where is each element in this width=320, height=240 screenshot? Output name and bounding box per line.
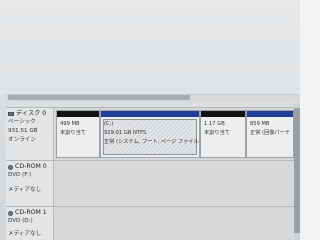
partition-c-drive[interactable]: (C:) 929.01 GB NTFS 正常 (システム, ブート, ページ フ… (100, 110, 200, 158)
cdrom-1-status: メディアなし (8, 231, 42, 237)
partition-recovery[interactable]: 859 MB 正常 (回復パーテ (246, 110, 294, 158)
disk-0-label[interactable]: ディスク 0 ベーシック 931.51 GB オンライン (6, 108, 54, 160)
hard-disk-icon (8, 112, 14, 116)
cdrom-1-type: DVD (D:) (8, 218, 33, 224)
partition-size: 859 MB (250, 121, 270, 127)
partition-status: 未割り当て (60, 130, 86, 136)
disk-0-type: ベーシック (8, 119, 36, 125)
disk-0-status: オンライン (8, 137, 36, 143)
disk-0-title: ディスク 0 (16, 110, 47, 117)
partition-name: (C:) (104, 121, 114, 127)
partition-size: 929.01 GB NTFS (104, 130, 147, 136)
disk-0-size: 931.51 GB (8, 128, 38, 134)
cdrom-0-label[interactable]: CD-ROM 0 DVD (F:) メディアなし (6, 161, 54, 206)
partition-status: 未割り当て (204, 130, 230, 136)
cdrom-1-label[interactable]: CD-ROM 1 DVD (D:) メディアなし (6, 207, 54, 240)
partition-unallocated-1[interactable]: 499 MB 未割り当て (56, 110, 100, 158)
cdrom-0-type: DVD (F:) (8, 172, 32, 178)
partition-status: 正常 (回復パーテ (250, 130, 290, 136)
disk-0-row[interactable]: ディスク 0 ベーシック 931.51 GB オンライン 499 MB 未割り当… (6, 107, 294, 160)
cdrom-0-row[interactable]: CD-ROM 0 DVD (F:) メディアなし (6, 160, 294, 206)
cdrom-0-media-area (55, 161, 294, 206)
cdrom-0-title: CD-ROM 0 (15, 163, 47, 170)
partition-size: 1.17 GB (204, 121, 225, 127)
disk-management-window: ディスク 0 ベーシック 931.51 GB オンライン 499 MB 未割り当… (0, 0, 320, 240)
cd-drive-icon (8, 164, 13, 170)
cdrom-1-media-area (55, 207, 294, 240)
window-right-edge (300, 0, 320, 240)
cdrom-0-status: メディアなし (8, 187, 42, 193)
partition-size: 499 MB (60, 121, 80, 127)
horizontal-scrollbar-thumb[interactable] (8, 95, 190, 100)
partition-unallocated-2[interactable]: 1.17 GB 未割り当て (200, 110, 246, 158)
cdrom-1-row[interactable]: CD-ROM 1 DVD (D:) メディアなし (6, 206, 294, 240)
partition-status: 正常 (システム, ブート, ページ ファイル, (104, 139, 199, 145)
cd-drive-icon (8, 210, 13, 216)
cdrom-1-title: CD-ROM 1 (15, 209, 47, 216)
volume-list-empty-area (0, 0, 320, 94)
